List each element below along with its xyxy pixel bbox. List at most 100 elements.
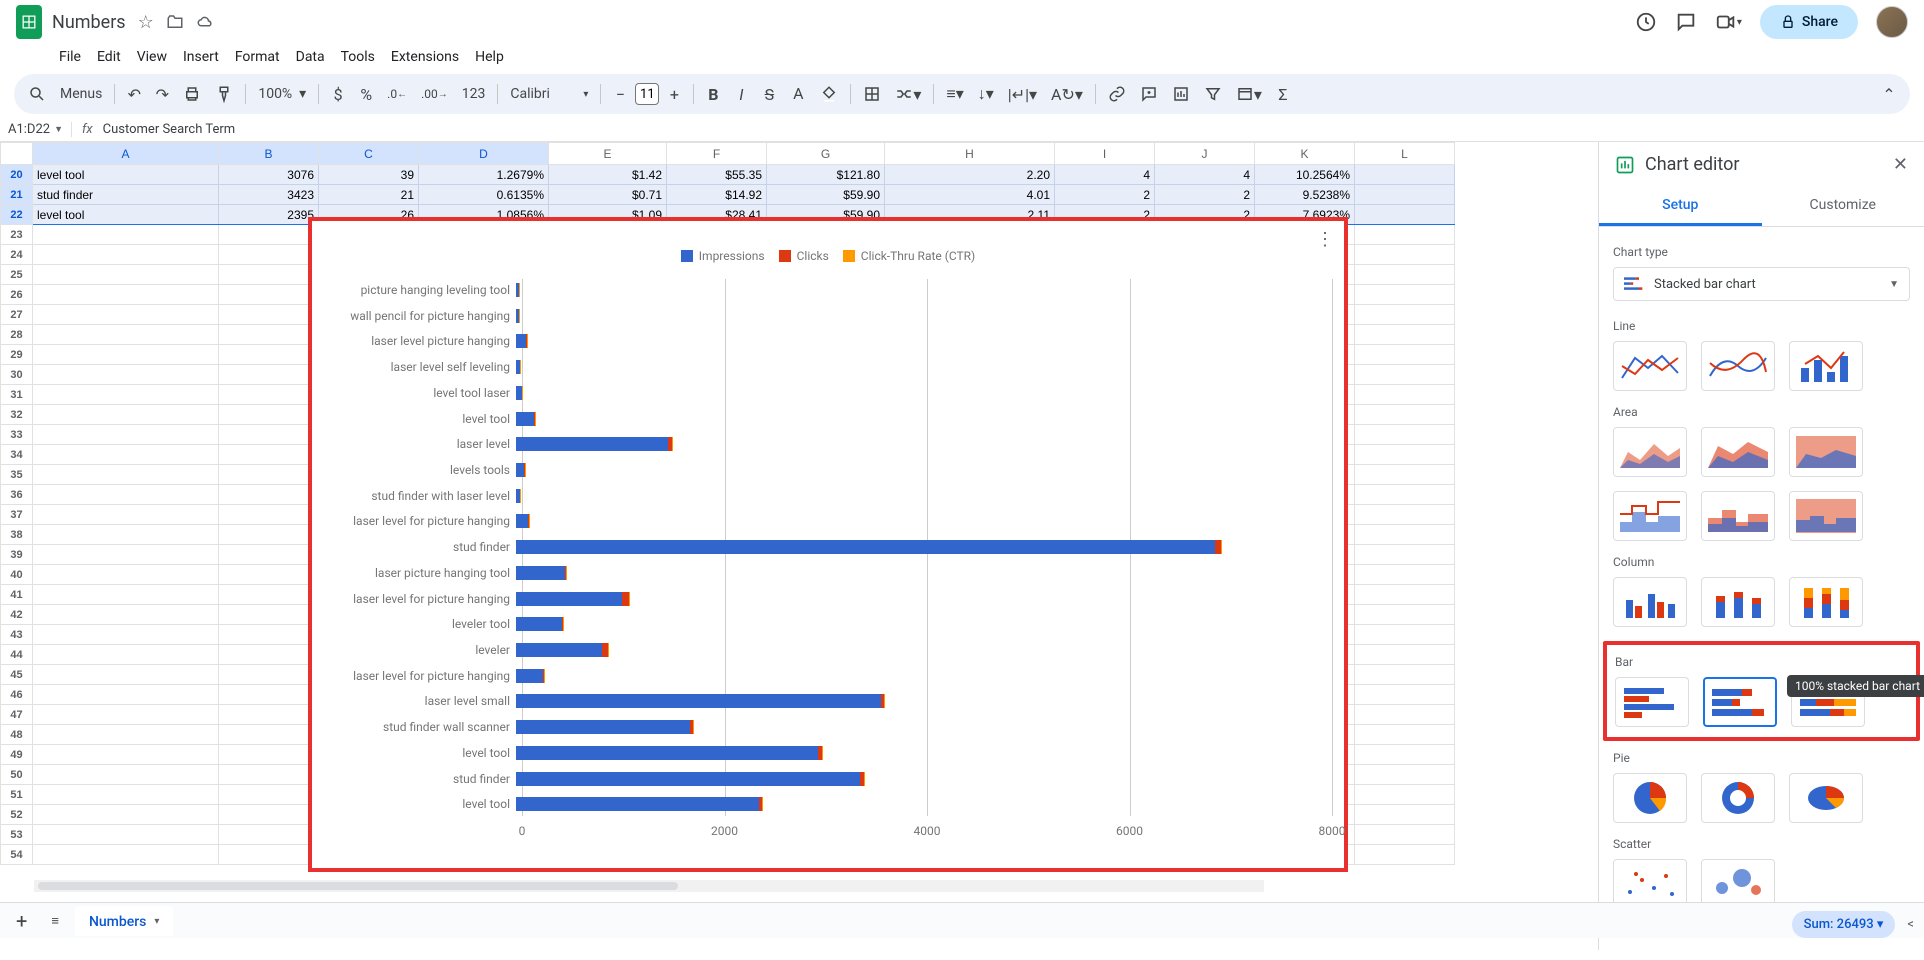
halign-icon[interactable]: ≡▾ bbox=[940, 80, 969, 108]
cell[interactable] bbox=[219, 325, 319, 345]
menu-extensions[interactable]: Extensions bbox=[384, 45, 466, 69]
cell[interactable]: $14.92 bbox=[667, 185, 767, 205]
cell[interactable] bbox=[33, 405, 219, 425]
formula-bar[interactable]: Customer Search Term bbox=[103, 122, 236, 137]
col-header[interactable]: G bbox=[767, 143, 885, 165]
col-header[interactable]: K bbox=[1255, 143, 1355, 165]
cell[interactable] bbox=[1355, 705, 1455, 725]
thumb-3d-pie[interactable] bbox=[1789, 773, 1863, 823]
row-header[interactable]: 45 bbox=[1, 665, 33, 685]
cell[interactable] bbox=[219, 385, 319, 405]
row-header[interactable]: 28 bbox=[1, 325, 33, 345]
thumb-smooth-line[interactable] bbox=[1701, 341, 1775, 391]
cell[interactable] bbox=[1355, 465, 1455, 485]
cell[interactable] bbox=[33, 585, 219, 605]
cell[interactable] bbox=[1355, 245, 1455, 265]
cell[interactable] bbox=[219, 285, 319, 305]
cell[interactable]: $59.90 bbox=[767, 185, 885, 205]
cell[interactable] bbox=[1355, 545, 1455, 565]
add-sheet-icon[interactable]: + bbox=[8, 903, 35, 939]
col-header[interactable]: A bbox=[33, 143, 219, 165]
cell[interactable] bbox=[1355, 565, 1455, 585]
sum-chip[interactable]: Sum: 26493 ▾ bbox=[1792, 911, 1896, 938]
borders-icon[interactable] bbox=[857, 80, 887, 108]
cell[interactable] bbox=[219, 305, 319, 325]
cell[interactable]: 3423 bbox=[219, 185, 319, 205]
cell[interactable]: 21 bbox=[319, 185, 419, 205]
cell[interactable] bbox=[33, 705, 219, 725]
cell[interactable]: 2395 bbox=[219, 205, 319, 225]
row-header[interactable]: 20 bbox=[1, 165, 33, 185]
row-header[interactable]: 46 bbox=[1, 685, 33, 705]
row-header[interactable]: 30 bbox=[1, 365, 33, 385]
row-header[interactable]: 53 bbox=[1, 825, 33, 845]
cell[interactable] bbox=[219, 645, 319, 665]
cell[interactable] bbox=[1355, 765, 1455, 785]
cell[interactable] bbox=[33, 725, 219, 745]
row-header[interactable]: 39 bbox=[1, 545, 33, 565]
star-icon[interactable]: ☆ bbox=[138, 12, 154, 33]
cell[interactable] bbox=[1355, 225, 1455, 245]
row-header[interactable]: 52 bbox=[1, 805, 33, 825]
share-button[interactable]: Share bbox=[1760, 5, 1858, 39]
row-header[interactable]: 34 bbox=[1, 445, 33, 465]
comment-icon[interactable] bbox=[1134, 80, 1164, 108]
row-header[interactable]: 23 bbox=[1, 225, 33, 245]
cell[interactable] bbox=[33, 485, 219, 505]
cell[interactable] bbox=[219, 525, 319, 545]
italic-icon[interactable]: I bbox=[728, 80, 754, 108]
cell[interactable] bbox=[33, 665, 219, 685]
menu-format[interactable]: Format bbox=[228, 45, 287, 69]
row-header[interactable]: 37 bbox=[1, 505, 33, 525]
row-header[interactable]: 42 bbox=[1, 605, 33, 625]
menus-button[interactable]: Menus bbox=[54, 80, 108, 108]
cell[interactable]: 3076 bbox=[219, 165, 319, 185]
cell[interactable] bbox=[1355, 365, 1455, 385]
cell[interactable] bbox=[219, 625, 319, 645]
menu-help[interactable]: Help bbox=[468, 45, 511, 69]
cell[interactable] bbox=[33, 745, 219, 765]
cell[interactable] bbox=[1355, 305, 1455, 325]
row-header[interactable]: 41 bbox=[1, 585, 33, 605]
cell[interactable] bbox=[33, 525, 219, 545]
row-header[interactable]: 50 bbox=[1, 765, 33, 785]
row-header[interactable]: 22 bbox=[1, 205, 33, 225]
row-header[interactable]: 48 bbox=[1, 725, 33, 745]
cell[interactable] bbox=[33, 625, 219, 645]
cell[interactable] bbox=[219, 345, 319, 365]
cell[interactable] bbox=[219, 505, 319, 525]
increase-decimal-icon[interactable]: .00→ bbox=[415, 80, 454, 108]
cell[interactable]: level tool bbox=[33, 205, 219, 225]
font-inc-icon[interactable]: + bbox=[661, 80, 687, 108]
cell[interactable] bbox=[219, 565, 319, 585]
cell[interactable] bbox=[1355, 745, 1455, 765]
cell[interactable]: 2 bbox=[1055, 185, 1155, 205]
row-header[interactable]: 44 bbox=[1, 645, 33, 665]
undo-icon[interactable]: ↶ bbox=[121, 80, 147, 108]
wrap-icon[interactable]: |↵|▾ bbox=[1002, 80, 1043, 108]
cell[interactable] bbox=[1355, 625, 1455, 645]
cell[interactable]: $55.35 bbox=[667, 165, 767, 185]
cell[interactable] bbox=[219, 485, 319, 505]
cell[interactable] bbox=[219, 765, 319, 785]
col-header[interactable]: I bbox=[1055, 143, 1155, 165]
percent-icon[interactable]: % bbox=[353, 80, 379, 108]
cell[interactable] bbox=[33, 445, 219, 465]
cell[interactable] bbox=[33, 825, 219, 845]
cell[interactable] bbox=[1355, 165, 1455, 185]
cell[interactable]: level tool bbox=[33, 165, 219, 185]
cell[interactable] bbox=[33, 685, 219, 705]
row-header[interactable]: 27 bbox=[1, 305, 33, 325]
cell[interactable] bbox=[1355, 645, 1455, 665]
cell[interactable] bbox=[1355, 605, 1455, 625]
menu-insert[interactable]: Insert bbox=[176, 45, 226, 69]
bold-icon[interactable]: B bbox=[700, 80, 726, 108]
cell[interactable] bbox=[33, 765, 219, 785]
rotate-icon[interactable]: A↻▾ bbox=[1045, 80, 1089, 108]
thumb-stacked-bar[interactable] bbox=[1703, 677, 1777, 727]
row-header[interactable]: 25 bbox=[1, 265, 33, 285]
cell[interactable] bbox=[219, 365, 319, 385]
cell[interactable] bbox=[1355, 185, 1455, 205]
print-icon[interactable] bbox=[177, 80, 207, 108]
cell[interactable] bbox=[33, 345, 219, 365]
